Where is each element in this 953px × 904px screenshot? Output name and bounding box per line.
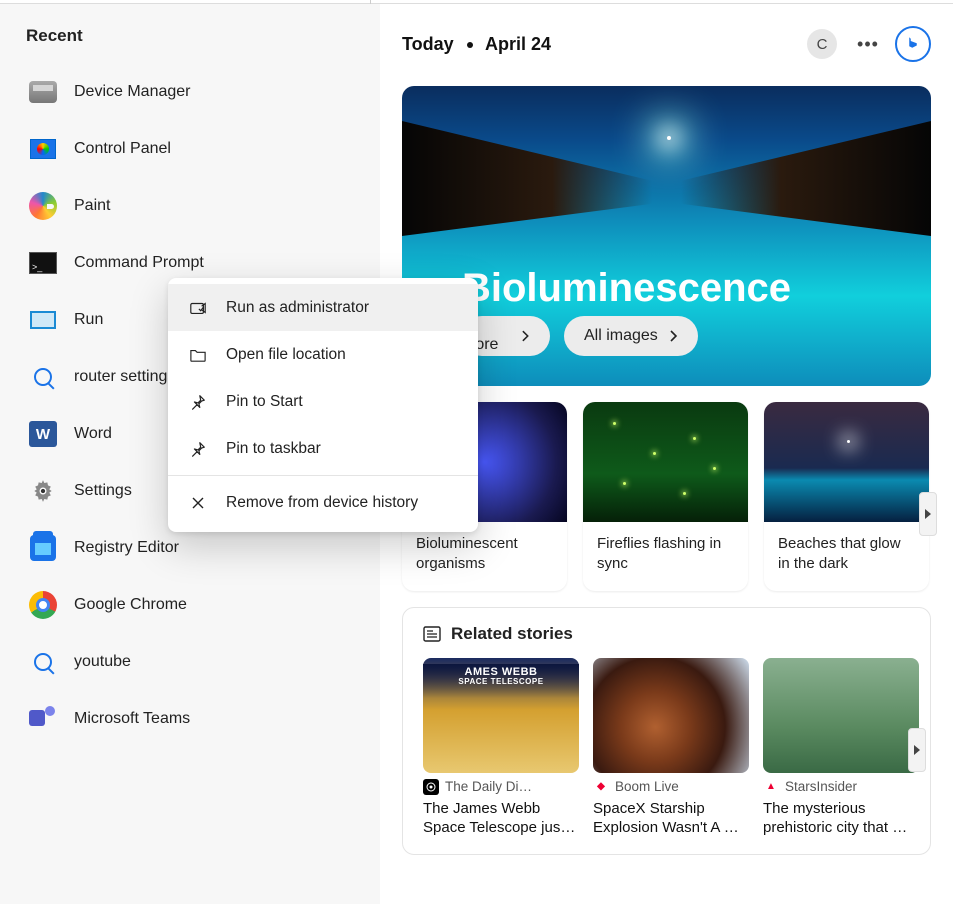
- story-card[interactable]: ▲ StarsInsider The mysterious prehistori…: [763, 658, 919, 838]
- paint-icon: [26, 189, 60, 223]
- run-icon: [26, 303, 60, 337]
- recent-item-teams[interactable]: Microsoft Teams: [26, 695, 380, 743]
- story-card[interactable]: AMES WEBBSPACE TELESCOPE The Daily Di… T…: [423, 658, 579, 838]
- recent-item-label: router settings: [74, 368, 175, 386]
- cards-scroll-right-button[interactable]: [919, 492, 937, 536]
- context-menu-remove[interactable]: Remove from device history: [168, 479, 478, 526]
- card-image: [583, 402, 748, 522]
- bing-chat-button[interactable]: [895, 26, 931, 62]
- folder-icon: [186, 347, 210, 363]
- source-badge-icon: [423, 779, 439, 795]
- story-image: [593, 658, 749, 773]
- pin-icon: [186, 393, 210, 411]
- related-stories-label: Related stories: [451, 624, 573, 644]
- header-date: Today April 24: [402, 34, 551, 55]
- chrome-icon: [26, 588, 60, 622]
- teams-icon: [26, 702, 60, 736]
- story-title: The mysterious prehistoric city that …: [763, 799, 919, 838]
- recent-item-label: Word: [74, 425, 112, 443]
- hero-image-pier-right: [681, 121, 931, 236]
- card-title: Bioluminescent organisms: [402, 522, 567, 591]
- image-card[interactable]: Fireflies flashing in sync: [583, 402, 748, 591]
- context-menu-item[interactable]: Pin to taskbar: [168, 425, 478, 472]
- settings-icon: [26, 474, 60, 508]
- context-menu-item[interactable]: Open file location: [168, 331, 478, 378]
- story-source-name: StarsInsider: [785, 779, 857, 794]
- story-image: [763, 658, 919, 773]
- story-source: ▲ StarsInsider: [763, 779, 919, 795]
- context-menu-item[interactable]: Pin to Start: [168, 378, 478, 425]
- card-image: [764, 402, 929, 522]
- hero-title: Bioluminescence: [462, 266, 791, 311]
- source-badge-icon: ▲: [763, 779, 779, 795]
- related-stories-heading: Related stories: [423, 624, 910, 644]
- recent-item-label: Control Panel: [74, 140, 171, 158]
- x-icon: [186, 495, 210, 511]
- story-source-name: Boom Live: [615, 779, 679, 794]
- recent-item-label: Settings: [74, 482, 132, 500]
- card-title: Beaches that glow in the dark: [764, 522, 929, 591]
- story-card[interactable]: ◆ Boom Live SpaceX Starship Explosion Wa…: [593, 658, 749, 838]
- recent-item-control-panel[interactable]: Control Panel: [26, 125, 380, 173]
- story-source: The Daily Di…: [423, 779, 579, 795]
- recent-heading: Recent: [26, 26, 380, 46]
- card-title: Fireflies flashing in sync: [583, 522, 748, 591]
- image-card[interactable]: Beaches that glow in the dark: [764, 402, 929, 591]
- stories-scroll-right-button[interactable]: [908, 728, 926, 772]
- story-title: The James Webb Space Telescope jus…: [423, 799, 579, 838]
- recent-item-label: Registry Editor: [74, 539, 179, 557]
- recent-item-label: youtube: [74, 653, 131, 671]
- header-today: Today: [402, 34, 454, 54]
- pin-icon: [186, 440, 210, 458]
- story-title: SpaceX Starship Explosion Wasn't A …: [593, 799, 749, 838]
- control-panel-icon: [26, 132, 60, 166]
- search-icon: [26, 645, 60, 679]
- hero-card[interactable]: Bioluminescence n more All images: [402, 86, 931, 386]
- hero-image-glow: [667, 136, 671, 140]
- news-icon: [423, 626, 441, 642]
- recent-item-label: Command Prompt: [74, 254, 204, 272]
- hero-image-pier-left: [402, 121, 652, 236]
- more-button[interactable]: •••: [853, 29, 883, 59]
- header: Today April 24 C •••: [402, 26, 931, 62]
- recent-item-label: Run: [74, 311, 103, 329]
- recent-item-label: Google Chrome: [74, 596, 187, 614]
- image-cards-row: Bioluminescent organisms Fireflies flash…: [402, 402, 931, 591]
- recent-item-chrome[interactable]: Google Chrome: [26, 581, 380, 629]
- recent-item-paint[interactable]: Paint: [26, 182, 380, 230]
- context-menu-item[interactable]: Run as administrator: [168, 284, 478, 331]
- chevron-right-icon: [518, 329, 532, 343]
- context-menu-item-label: Pin to Start: [226, 393, 303, 411]
- context-menu-remove-label: Remove from device history: [226, 494, 418, 512]
- dot-icon: [467, 42, 473, 48]
- search-icon: [26, 360, 60, 394]
- device-manager-icon: [26, 75, 60, 109]
- word-icon: W: [26, 417, 60, 451]
- admin-icon: [186, 299, 210, 317]
- cmd-icon: [26, 246, 60, 280]
- context-menu: Run as administrator Open file location Pi…: [168, 278, 478, 532]
- all-images-button[interactable]: All images: [564, 316, 698, 356]
- recent-item-label: Microsoft Teams: [74, 710, 190, 728]
- header-date-value: April 24: [485, 34, 551, 54]
- story-source: ◆ Boom Live: [593, 779, 749, 795]
- recent-item-search[interactable]: youtube: [26, 638, 380, 686]
- chevron-right-icon: [666, 329, 680, 343]
- related-stories-panel: Related stories AMES WEBBSPACE TELESCOPE…: [402, 607, 931, 855]
- user-avatar[interactable]: C: [807, 29, 837, 59]
- story-image: AMES WEBBSPACE TELESCOPE: [423, 658, 579, 773]
- all-images-label: All images: [584, 327, 658, 345]
- recent-item-label: Device Manager: [74, 83, 191, 101]
- source-badge-icon: ◆: [593, 779, 609, 795]
- context-menu-item-label: Open file location: [226, 346, 346, 364]
- context-menu-item-label: Run as administrator: [226, 299, 369, 317]
- story-source-name: The Daily Di…: [445, 779, 532, 794]
- regedit-icon: [26, 531, 60, 565]
- recent-item-device-manager[interactable]: Device Manager: [26, 68, 380, 116]
- context-menu-item-label: Pin to taskbar: [226, 440, 321, 458]
- recent-item-label: Paint: [74, 197, 110, 215]
- context-menu-separator: [168, 475, 478, 476]
